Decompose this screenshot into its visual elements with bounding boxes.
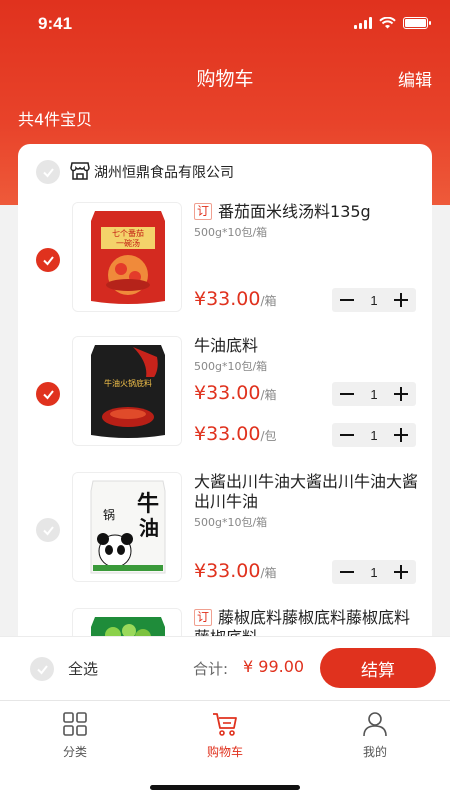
price: ¥33.00/箱 (194, 288, 277, 310)
decrement-button[interactable] (338, 291, 356, 309)
store-icon (70, 162, 90, 180)
quantity-value[interactable]: 1 (370, 387, 377, 402)
quantity-value[interactable]: 1 (370, 565, 377, 580)
product-package-image: 七个番茄 一碗汤 (73, 203, 181, 311)
product-image[interactable]: 牛 油 锅 (72, 472, 182, 582)
select-all-label[interactable]: 全选 (68, 658, 98, 679)
store-name[interactable]: 湖州恒鼎食品有限公司 (94, 162, 234, 182)
product-title-text: 大酱出川牛油大酱出川牛油大酱出川牛油 (194, 472, 419, 511)
home-indicator (150, 785, 300, 790)
page-title: 购物车 (196, 68, 254, 90)
item-checkbox[interactable] (36, 248, 60, 272)
price: ¥33.00/箱 (194, 560, 277, 582)
total-amount: ¥ 99.00 (243, 657, 305, 676)
increment-button[interactable] (392, 291, 410, 309)
check-icon (42, 389, 54, 400)
increment-button[interactable] (392, 385, 410, 403)
cart-card: 湖州恒鼎食品有限公司 七个番茄 一碗汤 订番茄面米线汤料135g 500g*10… (18, 144, 432, 664)
increment-button[interactable] (392, 426, 410, 444)
decrement-button[interactable] (338, 563, 356, 581)
tab-label: 我的 (362, 745, 387, 759)
package-text: 油 (139, 516, 159, 540)
product-image[interactable]: 牛油火锅底料 (72, 336, 182, 446)
item-checkbox[interactable] (36, 382, 60, 406)
product-title[interactable]: 订番茄面米线汤料135g (194, 202, 419, 222)
price: ¥33.00/包 (194, 423, 277, 445)
tab-cart[interactable]: 购物车 (175, 711, 275, 760)
status-icons (354, 17, 431, 29)
decrement-button[interactable] (338, 426, 356, 444)
product-spec: 500g*10包/箱 (194, 360, 268, 373)
package-text: 牛 (137, 491, 159, 517)
status-bar: 9:41 (0, 0, 450, 50)
package-text: 锅 (103, 507, 115, 522)
order-tag: 订 (194, 203, 213, 220)
tab-label: 分类 (62, 745, 87, 759)
order-tag: 订 (194, 609, 213, 626)
price-row: ¥33.00/箱 1 (194, 560, 416, 586)
quantity-stepper: 1 (332, 382, 416, 406)
cart-count-label: 共4件宝贝 (18, 110, 93, 129)
quantity-stepper: 1 (332, 560, 416, 584)
wifi-icon (379, 17, 396, 29)
quantity-stepper: 1 (332, 423, 416, 447)
price-row: ¥33.00/箱 1 (194, 382, 416, 408)
product-title[interactable]: 大酱出川牛油大酱出川牛油大酱出川牛油 (194, 472, 419, 512)
checkout-bar: 全选 合计: ¥ 99.00 结算 (0, 636, 450, 700)
product-package-image: 牛油火锅底料 (73, 337, 181, 445)
product-spec: 500g*10包/箱 (194, 516, 268, 529)
store-row: 湖州恒鼎食品有限公司 (18, 144, 432, 199)
product-title-text: 番茄面米线汤料135g (218, 202, 371, 221)
check-icon (42, 167, 54, 178)
package-text: 牛油火锅底料 (104, 378, 152, 388)
check-icon (42, 255, 54, 266)
quantity-value[interactable]: 1 (370, 293, 377, 308)
price-row: ¥33.00/箱 1 (194, 288, 416, 314)
tab-profile[interactable]: 我的 (325, 711, 425, 760)
cart-icon (213, 713, 237, 736)
edit-button[interactable]: 编辑 (398, 66, 432, 91)
item-checkbox[interactable] (36, 518, 60, 542)
user-icon (363, 712, 387, 737)
battery-icon (403, 17, 431, 29)
package-text: 七个番茄 (112, 228, 144, 238)
store-checkbox[interactable] (36, 160, 60, 184)
tab-category[interactable]: 分类 (25, 711, 125, 760)
decrement-button[interactable] (338, 385, 356, 403)
select-all-checkbox[interactable] (30, 657, 54, 681)
checkout-button[interactable]: 结算 (320, 648, 436, 688)
check-icon (36, 664, 48, 675)
product-title-text: 牛油底料 (194, 336, 259, 355)
total-label: 合计: (193, 660, 229, 678)
grid-icon (63, 712, 87, 736)
signal-icon (354, 17, 372, 29)
package-text: 一碗汤 (116, 238, 140, 248)
price: ¥33.00/箱 (194, 382, 277, 404)
increment-button[interactable] (392, 563, 410, 581)
quantity-value[interactable]: 1 (370, 428, 377, 443)
product-spec: 500g*10包/箱 (194, 226, 268, 239)
price-row: ¥33.00/包 1 (194, 423, 416, 449)
status-time: 9:41 (38, 14, 73, 33)
product-title[interactable]: 牛油底料 (194, 336, 419, 356)
product-image[interactable]: 七个番茄 一碗汤 (72, 202, 182, 312)
product-package-image: 牛 油 锅 (73, 473, 181, 581)
check-icon (42, 525, 54, 536)
tab-label: 购物车 (206, 745, 243, 759)
quantity-stepper: 1 (332, 288, 416, 312)
